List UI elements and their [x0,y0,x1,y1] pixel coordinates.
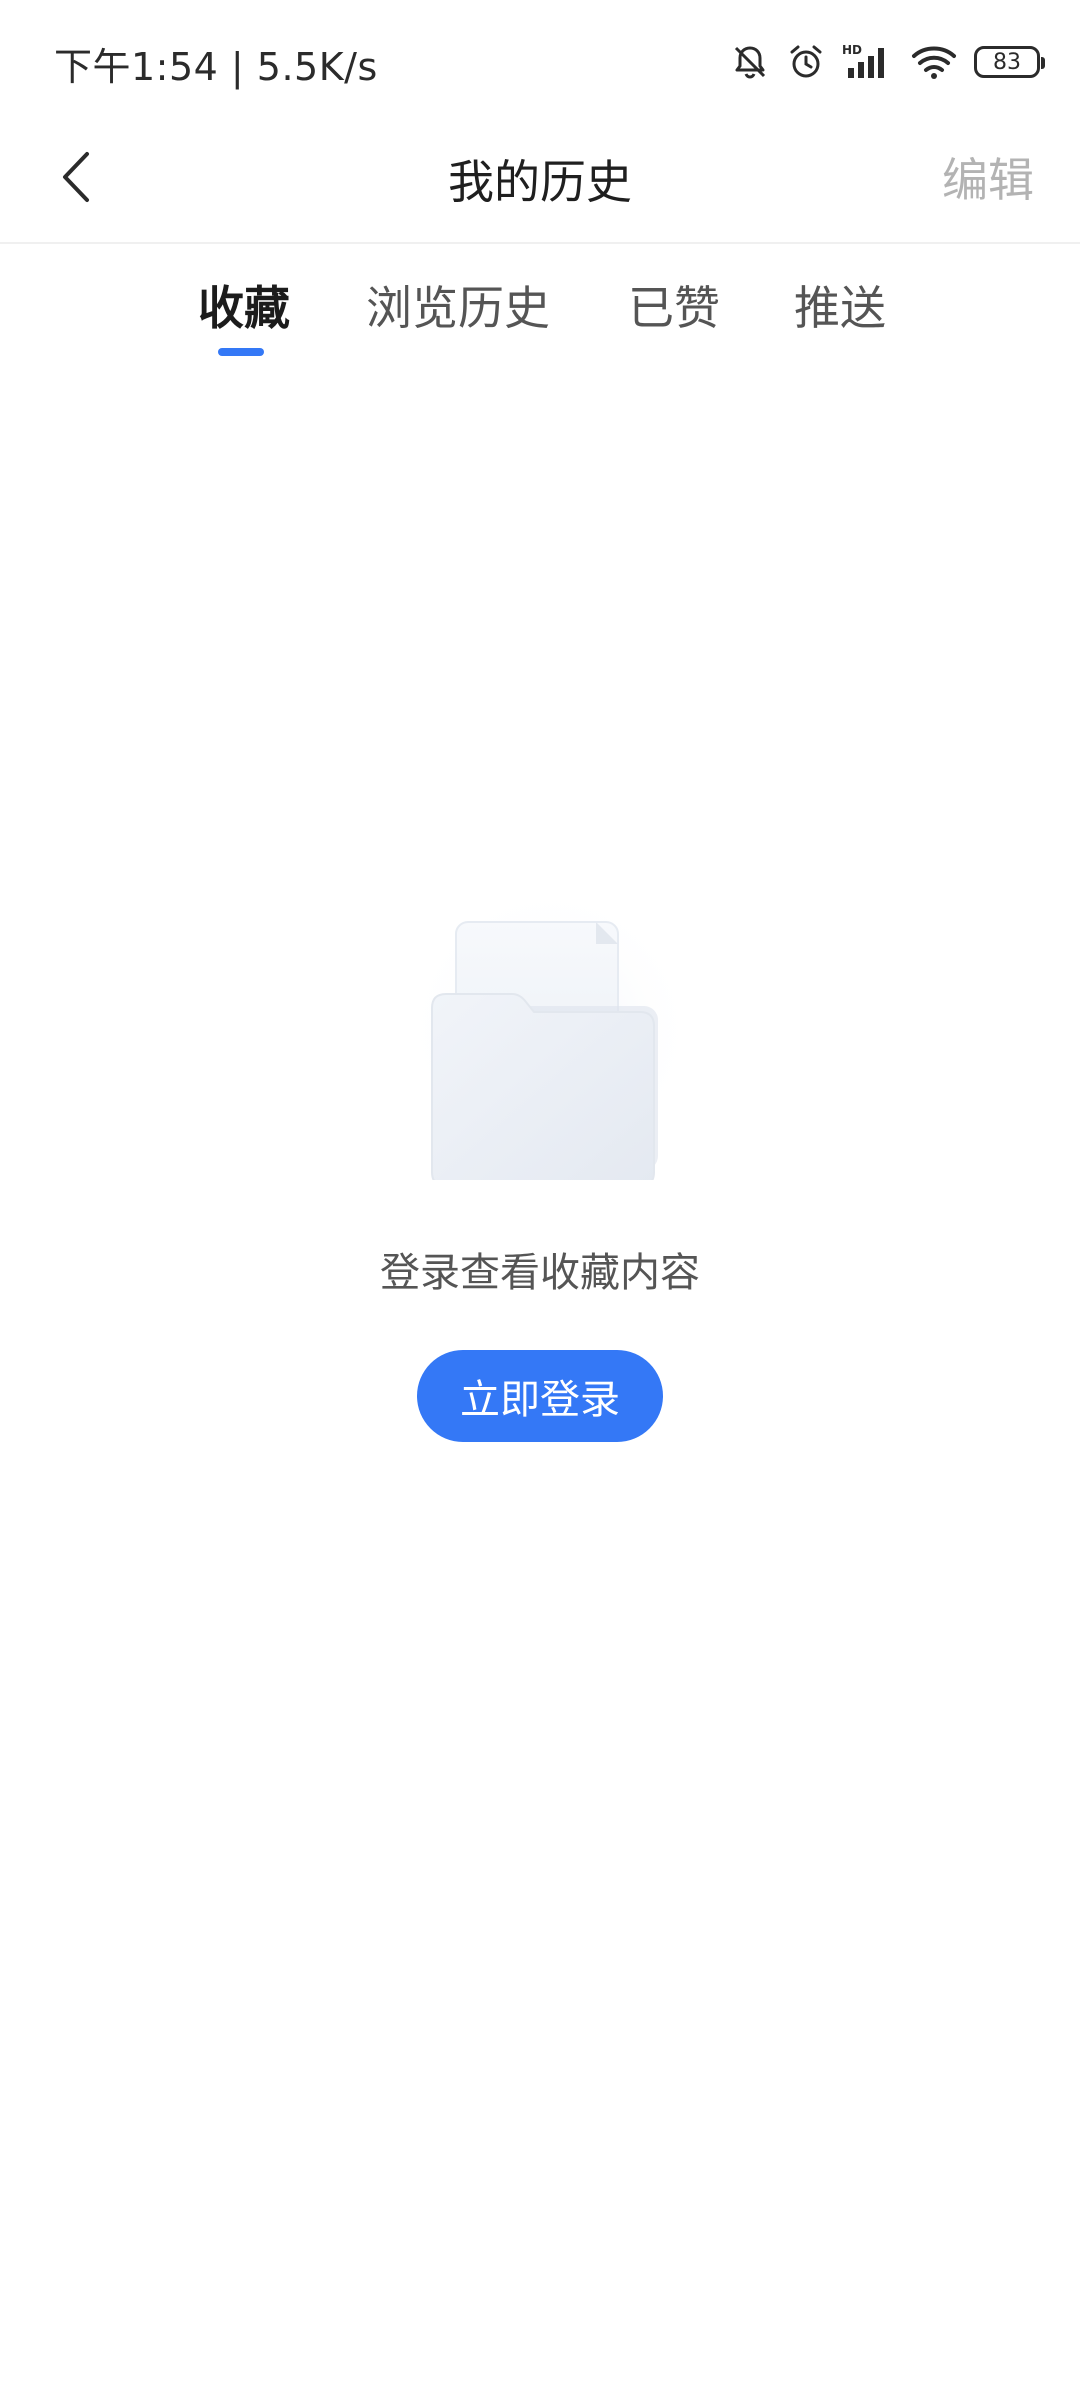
signal-hd-icon: HD [842,42,894,82]
tab-bar: 收藏 浏览历史 已赞 推送 [0,244,1080,364]
folder-icon [400,880,700,1187]
bell-muted-icon [730,42,770,82]
status-time-speed: 下午1:54 | 5.5K/s [54,45,378,89]
status-bar: 下午1:54 | 5.5K/s HD 83 [0,0,1080,120]
page-title: 我的历史 [448,155,632,209]
edit-button[interactable]: 编辑 [942,144,1034,210]
tab-favorites[interactable]: 收藏 [198,272,290,338]
tab-push[interactable]: 推送 [794,272,886,338]
battery-icon: 83 [974,46,1045,78]
status-icons: HD 83 [730,40,1045,84]
empty-state-message: 登录查看收藏内容 [380,1250,700,1296]
wifi-icon [910,42,958,82]
alarm-icon [786,42,826,82]
tab-liked[interactable]: 已赞 [628,272,720,338]
tab-browse-history[interactable]: 浏览历史 [366,272,550,338]
header: 我的历史 编辑 [0,120,1080,244]
battery-level: 83 [993,49,1021,75]
login-button[interactable]: 立即登录 [417,1350,663,1442]
active-tab-indicator [218,348,264,356]
svg-text:HD: HD [842,43,862,57]
